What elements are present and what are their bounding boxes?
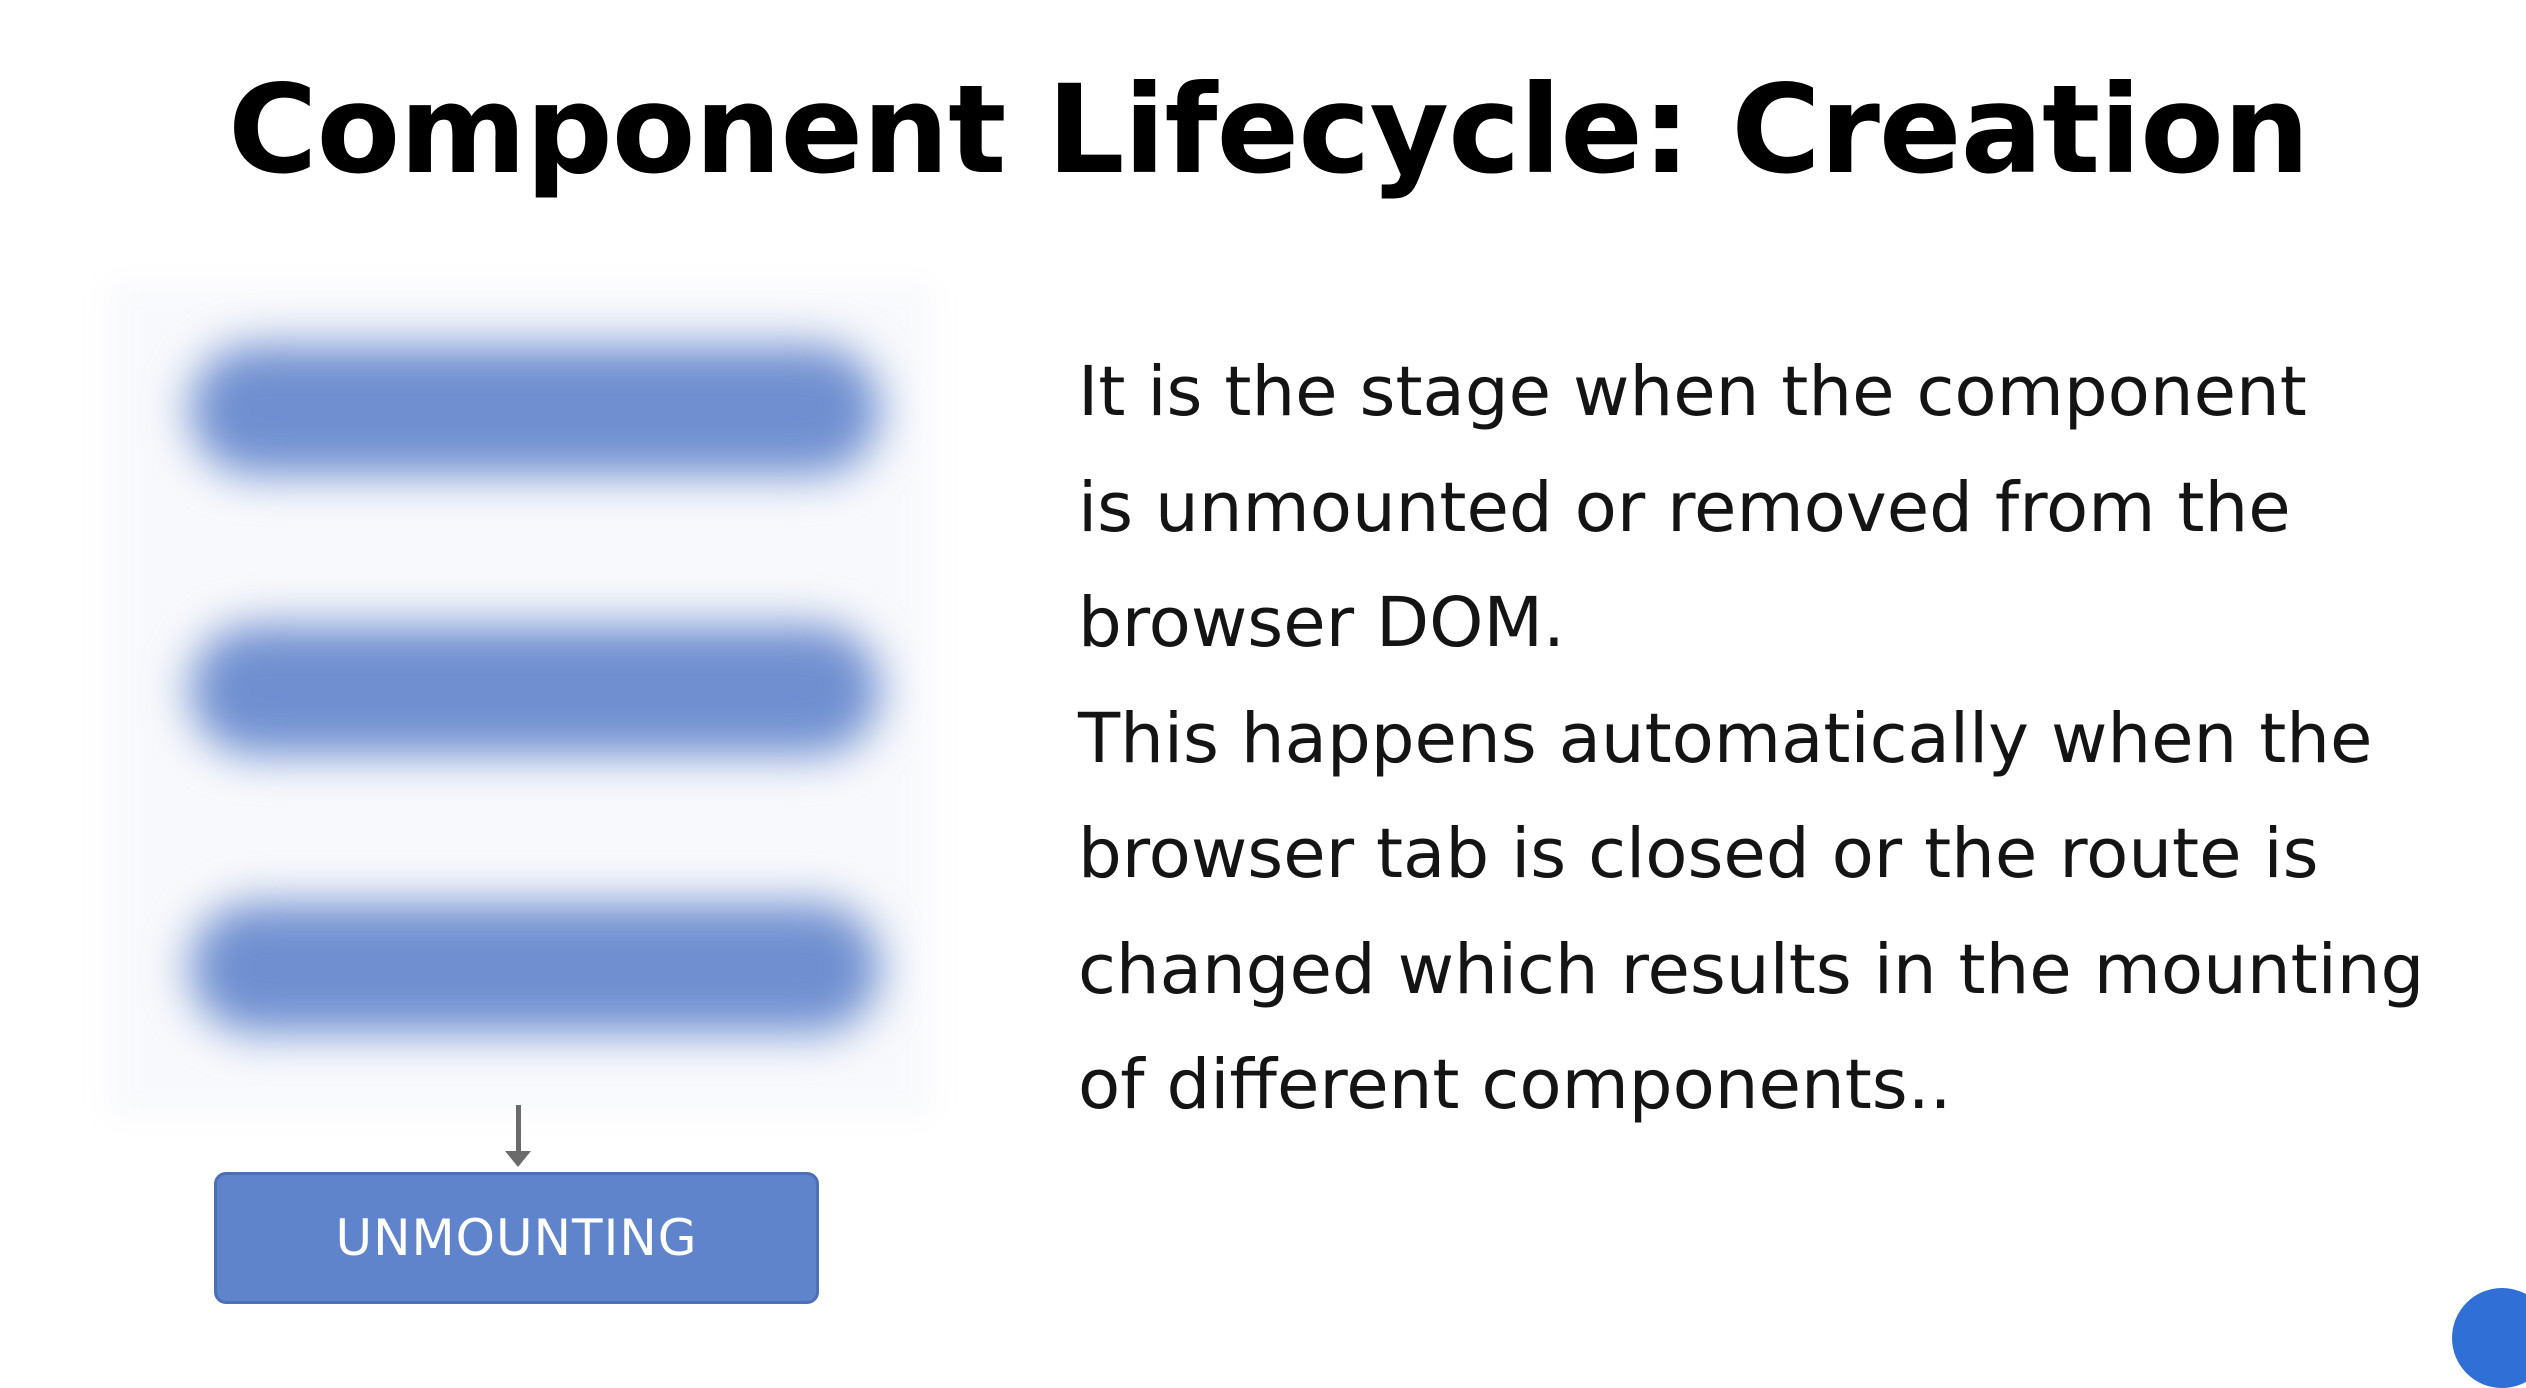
blurred-stage-1 [190, 345, 880, 475]
description-line: changed which results in the mounting [1078, 929, 2425, 1010]
blurred-stage-3 [190, 903, 880, 1033]
description-line: browser DOM. [1078, 583, 1565, 663]
description-text: It is the stage when the component is un… [1078, 335, 2518, 1144]
description-line: It is the stage when the component [1078, 352, 2307, 432]
blurred-stage-2 [190, 625, 880, 755]
description-line: of different components.. [1078, 1045, 1952, 1125]
description-line: browser tab is closed or the route is [1078, 814, 2319, 894]
unmounting-stage-box: UNMOUNTING [214, 1172, 819, 1304]
lifecycle-diagram: UNMOUNTING [100, 285, 940, 1322]
connector-line [516, 1105, 521, 1155]
description-line: This happens automatically when the [1078, 698, 2373, 779]
slide-title: Component Lifecycle: Creation [228, 59, 2310, 201]
arrow-down-icon [505, 1151, 531, 1167]
description-line: is unmounted or removed from the [1078, 467, 2291, 548]
corner-badge[interactable] [2452, 1288, 2526, 1388]
